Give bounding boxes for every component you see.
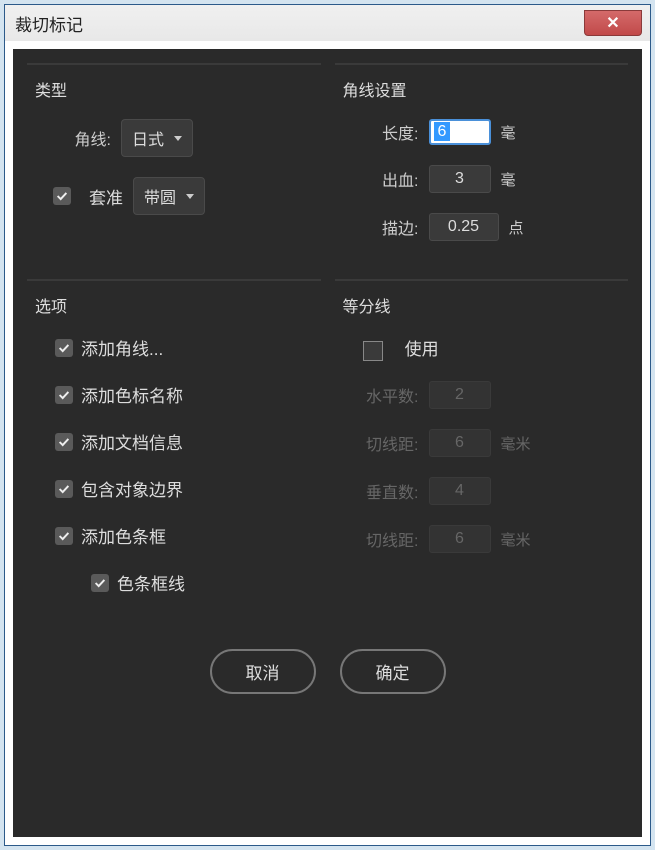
- checkmark-icon: [55, 189, 69, 203]
- vcount-label: 垂直数:: [343, 479, 419, 503]
- group-title-divide: 等分线: [343, 293, 621, 317]
- checkmark-icon: [57, 388, 71, 402]
- button-row: 取消 确定: [27, 635, 628, 704]
- lbl-color-bar-line: 色条框线: [117, 570, 185, 595]
- dialog-window: 裁切标记 ✕ 类型 角线: 日式 套: [4, 4, 651, 846]
- stroke-input[interactable]: 0.25: [429, 213, 499, 241]
- bleed-input[interactable]: 3: [429, 165, 491, 193]
- lbl-use-divide: 使用: [405, 340, 439, 359]
- register-label: 套准: [89, 184, 123, 209]
- register-style-value: 带圆: [144, 184, 176, 208]
- lbl-add-corner: 添加角线...: [81, 335, 163, 360]
- stroke-label: 描边:: [343, 215, 419, 239]
- vgap-unit: 毫米: [501, 433, 531, 454]
- lbl-add-doc-info: 添加文档信息: [81, 429, 183, 454]
- group-title-options: 选项: [35, 293, 313, 317]
- close-icon: ✕: [606, 13, 619, 33]
- length-value: 6: [434, 122, 451, 141]
- stroke-value: 0.25: [448, 218, 479, 235]
- ck-color-bar-line[interactable]: [91, 574, 109, 592]
- lbl-include-obj-bounds: 包含对象边界: [81, 476, 183, 501]
- dialog-body: 类型 角线: 日式 套准 带圆: [13, 49, 642, 837]
- checkmark-icon: [57, 529, 71, 543]
- lbl-add-color-name: 添加色标名称: [81, 382, 183, 407]
- ck-use-divide[interactable]: [363, 341, 383, 361]
- vgap-label: 切线距:: [343, 431, 419, 455]
- vgap-value: 6: [455, 434, 464, 451]
- ck-include-obj-bounds[interactable]: [55, 480, 73, 498]
- register-style-select[interactable]: 带圆: [133, 177, 205, 215]
- vcount-input: 4: [429, 477, 491, 505]
- checkmark-icon: [93, 576, 107, 590]
- ok-button[interactable]: 确定: [340, 649, 446, 694]
- group-type: 类型 角线: 日式 套准 带圆: [27, 63, 321, 279]
- checkmark-icon: [57, 435, 71, 449]
- ck-add-corner[interactable]: [55, 339, 73, 357]
- lbl-add-color-bar: 添加色条框: [81, 523, 166, 548]
- vcount-value: 4: [455, 482, 464, 499]
- ck-add-color-name[interactable]: [55, 386, 73, 404]
- chevron-down-icon: [174, 136, 182, 141]
- group-title-type: 类型: [35, 77, 313, 101]
- length-label: 长度:: [343, 120, 419, 144]
- bleed-value: 3: [455, 170, 464, 187]
- stroke-unit: 点: [509, 217, 524, 238]
- register-checkbox[interactable]: [53, 187, 71, 205]
- checkmark-icon: [57, 341, 71, 355]
- length-unit: 毫: [501, 122, 516, 143]
- corner-style-select[interactable]: 日式: [121, 119, 193, 157]
- vgap-input: 6: [429, 429, 491, 457]
- title-bar: 裁切标记 ✕: [5, 5, 650, 41]
- ck-add-color-bar[interactable]: [55, 527, 73, 545]
- chevron-down-icon: [186, 194, 194, 199]
- hgap-input: 6: [429, 525, 491, 553]
- hgap-value: 6: [455, 530, 464, 547]
- checkmark-icon: [57, 482, 71, 496]
- close-button[interactable]: ✕: [584, 10, 642, 36]
- cancel-button[interactable]: 取消: [210, 649, 316, 694]
- corner-label: 角线:: [35, 126, 111, 150]
- hcount-label: 水平数:: [343, 383, 419, 407]
- bleed-label: 出血:: [343, 167, 419, 191]
- corner-style-value: 日式: [132, 126, 164, 150]
- bleed-unit: 毫: [501, 169, 516, 190]
- group-title-corner-settings: 角线设置: [343, 77, 621, 101]
- hcount-input: 2: [429, 381, 491, 409]
- window-title: 裁切标记: [15, 11, 83, 36]
- hgap-label: 切线距:: [343, 527, 419, 551]
- ck-add-doc-info[interactable]: [55, 433, 73, 451]
- group-corner-settings: 角线设置 长度: 6 毫 出血: 3 毫 描边: 0.25 点: [335, 63, 629, 279]
- group-divide: 等分线 使用 水平数: 2 切线距: 6 毫米 垂直数: 4: [335, 279, 629, 635]
- hgap-unit: 毫米: [501, 529, 531, 550]
- hcount-value: 2: [455, 386, 464, 403]
- length-input[interactable]: 6: [429, 119, 491, 145]
- group-options: 选项 添加角线... 添加色标名称 添加文档信息: [27, 279, 321, 635]
